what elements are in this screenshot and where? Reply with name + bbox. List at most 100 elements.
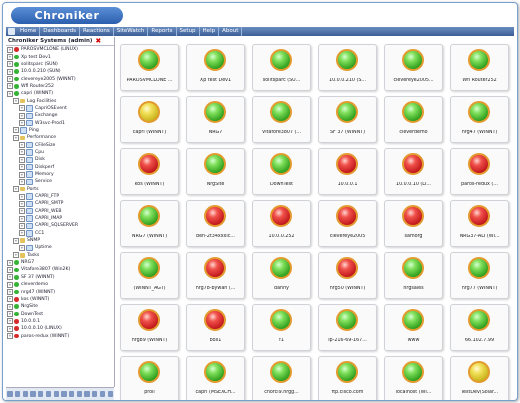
device-tile[interactable]: cleverdemo <box>384 96 443 143</box>
device-tile[interactable]: clevereye2005 <box>318 200 377 247</box>
status-green-icon[interactable] <box>402 101 424 123</box>
lock-icon[interactable] <box>92 391 98 397</box>
tree-item[interactable]: + Performance <box>6 134 114 141</box>
tree-item[interactable]: + NrgSite <box>6 303 114 310</box>
tree-item[interactable]: + Exchange <box>6 112 114 120</box>
status-yellow-icon[interactable] <box>138 101 160 123</box>
status-red-icon[interactable] <box>138 309 160 331</box>
status-green-icon[interactable] <box>270 101 292 123</box>
device-tile[interactable]: PAROSVMCLONE ... <box>120 44 179 91</box>
device-tile[interactable]: 10.0.0.210 (S... <box>318 44 377 91</box>
device-tile[interactable]: NRG37-ALI (WI... <box>450 200 509 247</box>
report-icon[interactable] <box>68 391 75 397</box>
ack-icon[interactable] <box>53 391 59 397</box>
expand-toggle-icon[interactable]: + <box>19 230 25 237</box>
expand-toggle-icon[interactable]: + <box>7 318 13 325</box>
tree-item[interactable]: + W3svc-Prod1 <box>6 119 114 127</box>
expand-toggle-icon[interactable]: + <box>13 98 19 105</box>
status-green-icon[interactable] <box>402 361 424 383</box>
expand-toggle-icon[interactable]: + <box>7 289 13 296</box>
status-red-icon[interactable] <box>336 257 358 279</box>
tree-item[interactable]: + paros-redux (WINNT) <box>6 332 114 340</box>
status-red-icon[interactable] <box>204 257 226 279</box>
expand-toggle-icon[interactable]: + <box>13 252 19 259</box>
new-icon[interactable] <box>7 391 13 397</box>
print-icon[interactable] <box>76 391 82 397</box>
status-green-icon[interactable] <box>402 309 424 331</box>
status-red-icon[interactable] <box>402 153 424 175</box>
help-icon[interactable] <box>84 391 90 397</box>
expand-toggle-icon[interactable]: + <box>13 186 19 193</box>
tree-item[interactable]: + Log Facilities <box>6 97 114 105</box>
home-icon[interactable] <box>8 28 15 35</box>
expand-toggle-icon[interactable]: + <box>19 164 25 171</box>
device-tile[interactable]: danny <box>252 252 311 299</box>
settings-icon[interactable] <box>61 391 67 397</box>
status-green-icon[interactable] <box>138 257 160 279</box>
tree-item[interactable]: + Vitafore3807 (Win2K) <box>6 266 114 273</box>
device-tile[interactable]: Vitafore3807 (... <box>252 96 311 143</box>
tree-item[interactable]: + CAPRI_SMTP <box>6 200 114 208</box>
status-green-icon[interactable] <box>402 49 424 71</box>
device-tile[interactable]: capri (WINNT) <box>120 96 179 143</box>
status-green-icon[interactable] <box>138 49 160 71</box>
status-green-icon[interactable] <box>204 361 226 383</box>
device-tile[interactable]: 10.0.0.10 (LI... <box>384 148 443 195</box>
device-tile[interactable]: NRG7 (WINNT) <box>120 200 179 247</box>
expand-toggle-icon[interactable]: + <box>7 303 13 310</box>
status-red-icon[interactable] <box>270 205 292 227</box>
tree-item[interactable]: + Tasks <box>6 252 114 259</box>
status-red-icon[interactable] <box>336 153 358 175</box>
device-tile[interactable]: box1 <box>186 304 245 351</box>
expand-toggle-icon[interactable]: + <box>13 127 19 134</box>
status-red-icon[interactable] <box>468 205 490 227</box>
expand-toggle-icon[interactable]: + <box>19 120 25 127</box>
tree-item[interactable]: + CAPRI_SQLSERVER <box>6 222 114 230</box>
expand-toggle-icon[interactable]: + <box>7 61 13 68</box>
tree-item[interactable]: + cleverdemo <box>6 281 114 288</box>
expand-toggle-icon[interactable]: + <box>19 222 25 229</box>
nav-item-home[interactable]: Home <box>17 27 41 36</box>
tree-item[interactable]: + Cpu <box>6 149 114 156</box>
tree-item[interactable]: +10.0.0.1 <box>6 318 114 325</box>
device-tile[interactable]: f1 <box>252 304 311 351</box>
expand-toggle-icon[interactable]: + <box>7 259 13 266</box>
device-tile[interactable]: DownTest <box>252 148 311 195</box>
device-tile[interactable]: clevereye2005... <box>384 44 443 91</box>
device-tile[interactable]: (WINNT_AGT) <box>120 252 179 299</box>
device-tile[interactable]: nrg89 (WINNT) <box>120 304 179 351</box>
tree-item[interactable]: + NRG7 <box>6 259 114 266</box>
expand-toggle-icon[interactable]: + <box>19 193 25 200</box>
close-icon[interactable]: ✖ <box>95 37 101 45</box>
status-red-icon[interactable] <box>336 205 358 227</box>
status-green-icon[interactable] <box>204 153 226 175</box>
expand-toggle-icon[interactable]: + <box>19 142 25 149</box>
nav-item-sitewatch[interactable]: SiteWatch <box>114 27 149 36</box>
nav-item-reactions[interactable]: Reactions <box>80 27 114 36</box>
expand-toggle-icon[interactable]: + <box>13 237 19 244</box>
status-green-icon[interactable] <box>138 205 160 227</box>
status-green-icon[interactable] <box>270 153 292 175</box>
expand-toggle-icon[interactable]: + <box>7 90 13 97</box>
device-tile[interactable]: paros-redux (... <box>450 148 509 195</box>
status-red-icon[interactable] <box>204 309 226 331</box>
status-green-icon[interactable] <box>204 101 226 123</box>
nav-item-setup[interactable]: Setup <box>177 27 200 36</box>
expand-toggle-icon[interactable]: + <box>7 46 13 53</box>
device-tile[interactable]: nrg78-bywan (... <box>186 252 245 299</box>
search-icon[interactable] <box>38 391 44 397</box>
device-tile[interactable]: Xp test Dev1 <box>186 44 245 91</box>
device-tile[interactable]: nrgsales <box>384 252 443 299</box>
status-green-icon[interactable] <box>468 309 490 331</box>
info-icon[interactable] <box>107 391 113 397</box>
refresh-icon[interactable] <box>30 391 36 397</box>
tree-item[interactable]: + Ping <box>6 127 114 134</box>
status-green-icon[interactable] <box>270 49 292 71</box>
expand-toggle-icon[interactable]: + <box>7 333 13 340</box>
status-red-icon[interactable] <box>204 205 226 227</box>
device-tile[interactable]: www <box>384 304 443 351</box>
device-tile[interactable]: ftp.cisco.com <box>318 356 377 400</box>
nav-item-dashboards[interactable]: Dashboards <box>40 27 80 36</box>
status-green-icon[interactable] <box>468 49 490 71</box>
status-green-icon[interactable] <box>336 309 358 331</box>
